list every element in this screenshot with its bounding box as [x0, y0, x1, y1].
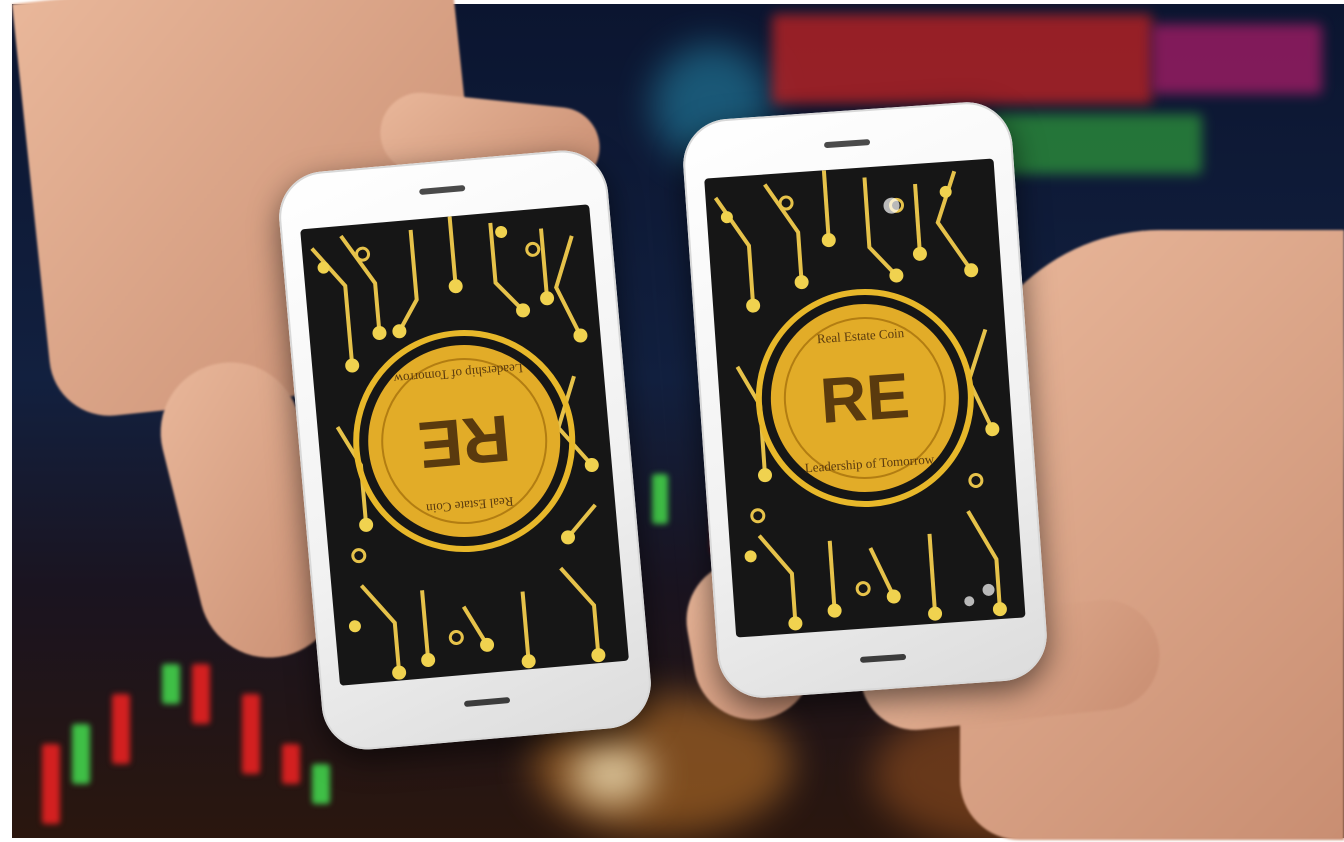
circuit-pattern: RE Real Estate Coin Leadership of Tomorr… — [713, 170, 1007, 631]
left-coin-monogram: RE — [415, 401, 513, 483]
circuit-pattern: RE Real Estate Coin Leadership of Tomorr… — [310, 216, 606, 680]
photo-scene: RE Real Estate Coin Leadership of Tomorr… — [0, 0, 1344, 842]
left-phone-home-bar — [463, 697, 511, 708]
right-phone-screen: RE Real Estate Coin Leadership of Tomorr… — [704, 158, 1026, 638]
left-coin: RE Real Estate Coin Leadership of Tomorr… — [353, 330, 576, 553]
left-phone: RE Real Estate Coin Leadership of Tomorr… — [275, 146, 655, 754]
left-phone-speaker — [419, 185, 466, 195]
right-coin: RE Real Estate Coin Leadership of Tomorr… — [755, 289, 974, 508]
right-phone-speaker — [823, 139, 871, 149]
right-phone-home-bar — [859, 653, 907, 663]
right-coin-monogram: RE — [818, 359, 912, 437]
right-phone: RE Real Estate Coin Leadership of Tomorr… — [680, 99, 1050, 701]
left-phone-screen: RE Real Estate Coin Leadership of Tomorr… — [300, 204, 629, 686]
